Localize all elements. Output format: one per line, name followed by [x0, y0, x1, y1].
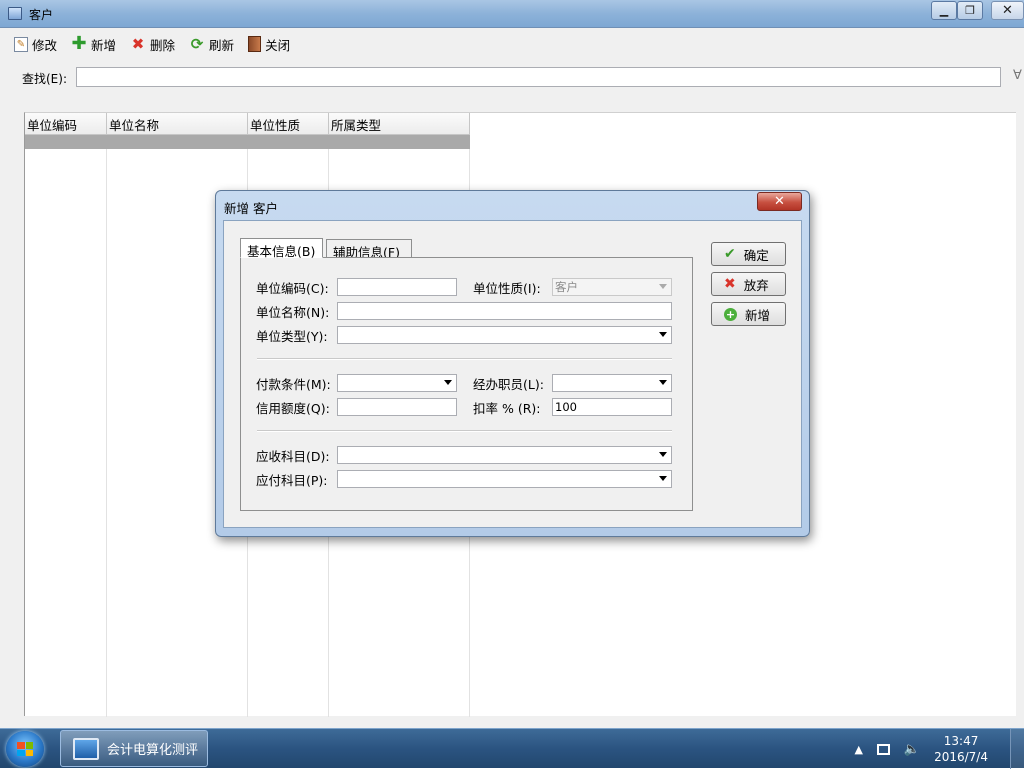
new-button[interactable]: + 新增 — [711, 302, 786, 326]
taskbar: 会计电算化测评 ▲ 🔈 13:47 2016/7/4 — [0, 728, 1024, 769]
delete-label: 删除 — [150, 37, 176, 53]
clock-time: 13:47 — [943, 734, 979, 748]
dialog-title: 新增 客户 — [224, 201, 278, 216]
plus-circle-icon: + — [724, 307, 737, 321]
close-label: 关闭 — [265, 37, 291, 53]
maximize-button[interactable]: ❐ — [957, 1, 983, 20]
code-label: 单位编码(C): — [256, 281, 329, 296]
payment-select[interactable] — [337, 374, 457, 392]
show-desktop-button[interactable] — [1010, 729, 1024, 769]
cancel-x-icon: ✖ — [724, 276, 736, 292]
edit-button[interactable]: ✎ 修改 — [8, 32, 63, 56]
column-header-type[interactable]: 所属类型 — [329, 113, 470, 135]
grid-col-line — [25, 113, 107, 717]
credit-label: 信用额度(Q): — [256, 401, 330, 416]
close-button[interactable]: 关闭 — [242, 32, 296, 56]
nature-select[interactable]: 客户 — [552, 278, 672, 296]
clock-date: 2016/7/4 — [934, 750, 988, 764]
payable-label: 应付科目(P): — [256, 473, 328, 488]
discount-field[interactable]: 100 — [552, 398, 672, 416]
chevron-down-icon — [659, 332, 667, 337]
edit-icon: ✎ — [14, 36, 28, 52]
tray-arrow-icon[interactable]: ▲ — [854, 743, 862, 756]
start-button[interactable] — [6, 731, 44, 767]
column-header-nature[interactable]: 单位性质 — [248, 113, 329, 135]
monitor-icon — [73, 737, 99, 760]
ok-label: 确定 — [743, 247, 769, 263]
cancel-label: 放弃 — [743, 277, 769, 293]
name-label: 单位名称(N): — [256, 305, 330, 320]
volume-icon[interactable]: 🔈 — [904, 742, 920, 757]
delete-button[interactable]: ✖ 删除 — [124, 32, 181, 56]
chevron-down-icon — [444, 380, 452, 385]
network-icon[interactable] — [876, 743, 890, 755]
delete-icon: ✖ — [131, 35, 145, 53]
chevron-down-icon — [659, 452, 667, 457]
name-field[interactable] — [337, 302, 672, 320]
nature-value: 客户 — [555, 280, 578, 294]
receivable-label: 应收科目(D): — [256, 449, 330, 464]
search-input[interactable] — [76, 67, 1001, 87]
check-icon: ✔ — [724, 246, 736, 262]
minimize-button[interactable]: ▁ — [931, 1, 957, 20]
code-field[interactable] — [337, 278, 457, 296]
credit-field[interactable] — [337, 398, 457, 416]
chevron-down-icon — [659, 380, 667, 385]
agent-select[interactable] — [552, 374, 672, 392]
search-row: 查找(E): ∀ — [8, 63, 1024, 91]
cancel-button[interactable]: ✖ 放弃 — [711, 272, 786, 296]
add-button[interactable]: ✚ 新增 — [65, 32, 122, 56]
new-customer-dialog: 新增 客户 ✕ 基本信息(B) 辅助信息(F) 单位编码(C): 单位性质(I)… — [215, 190, 810, 537]
refresh-button[interactable]: ⟳ 刷新 — [183, 32, 240, 56]
filter-icon[interactable]: ∀ — [1013, 68, 1022, 83]
receivable-select[interactable] — [337, 446, 672, 464]
taskbar-app-label: 会计电算化测评 — [107, 743, 199, 758]
new-label: 新增 — [745, 307, 771, 323]
type-select[interactable] — [337, 326, 672, 344]
refresh-label: 刷新 — [209, 37, 235, 53]
ok-button[interactable]: ✔ 确定 — [711, 242, 786, 266]
search-label: 查找(E): — [22, 72, 67, 86]
dialog-close-button[interactable]: ✕ — [757, 192, 802, 211]
divider — [257, 430, 672, 432]
chevron-down-icon — [659, 284, 667, 289]
windows-logo-icon — [17, 742, 33, 756]
window-title: 客户 — [29, 8, 54, 22]
payable-select[interactable] — [337, 470, 672, 488]
add-icon: ✚ — [71, 33, 87, 54]
dialog-body: 基本信息(B) 辅助信息(F) 单位编码(C): 单位性质(I): 客户 单位名… — [223, 220, 802, 528]
agent-label: 经办职员(L): — [473, 377, 544, 392]
tab-aux-info[interactable]: 辅助信息(F) — [326, 239, 412, 260]
add-label: 新增 — [91, 37, 117, 53]
close-door-icon — [248, 36, 262, 52]
tab-basic-info[interactable]: 基本信息(B) — [240, 238, 323, 259]
edit-label: 修改 — [32, 37, 58, 53]
nature-label: 单位性质(I): — [473, 281, 541, 296]
clock[interactable]: 13:47 2016/7/4 — [934, 733, 988, 765]
app-icon — [8, 7, 22, 20]
selected-row[interactable] — [25, 135, 470, 149]
system-tray: ▲ 🔈 13:47 2016/7/4 — [854, 729, 1024, 769]
divider — [257, 358, 672, 360]
title-bar: 客户 ▁ ❐ ✕ — [0, 0, 1024, 28]
chevron-down-icon — [659, 476, 667, 481]
toolbar: ✎ 修改 ✚ 新增 ✖ 删除 ⟳ 刷新 关闭 — [8, 30, 1024, 58]
payment-label: 付款条件(M): — [256, 377, 331, 392]
discount-label: 扣率 % (R): — [473, 401, 541, 416]
column-header-code[interactable]: 单位编码 — [25, 113, 107, 135]
close-window-button[interactable]: ✕ — [991, 1, 1024, 20]
taskbar-app-button[interactable]: 会计电算化测评 — [60, 730, 208, 767]
refresh-icon: ⟳ — [190, 35, 204, 53]
basic-info-pane: 单位编码(C): 单位性质(I): 客户 单位名称(N): 单位类型(Y): 付… — [240, 257, 693, 511]
column-header-name[interactable]: 单位名称 — [107, 113, 248, 135]
type-label: 单位类型(Y): — [256, 329, 328, 344]
